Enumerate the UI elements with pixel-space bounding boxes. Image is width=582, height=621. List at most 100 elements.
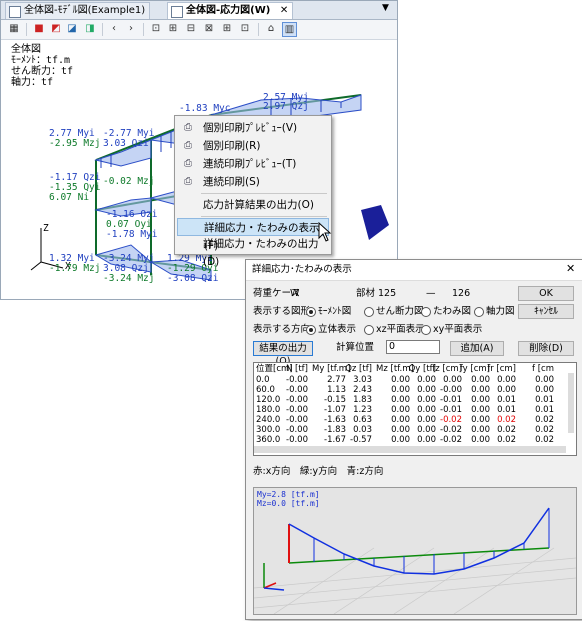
delete-button[interactable]: 削除(D): [518, 341, 574, 356]
menu-item-print-preview[interactable]: ⎙ 個別印刷ﾌﾟﾚﾋﾞｭｰ(V): [177, 119, 329, 137]
moment-label: -0.02 Mzj: [103, 176, 155, 187]
shear-label: 3.03 Qzi: [103, 138, 149, 149]
tab-model-diagram[interactable]: 全体図-ﾓﾃﾞﾙ図(Example1): [5, 2, 151, 19]
table-cell: -0.00: [286, 385, 308, 395]
close-tab-icon[interactable]: ✕: [280, 5, 288, 16]
table-cell: 3.03: [353, 375, 372, 385]
view-icon[interactable]: ⊟: [184, 22, 198, 36]
radio-shear[interactable]: [364, 307, 374, 317]
direction-label: 表示する方向: [253, 324, 311, 335]
view-icon[interactable]: ⊡: [238, 22, 252, 36]
moment-label: -3.24 Mzj: [103, 273, 155, 284]
prev-icon[interactable]: ‹: [107, 22, 121, 36]
table-cell: -0.00: [286, 425, 308, 435]
radio-moment-label: ﾓｰﾒﾝﾄ図: [318, 306, 352, 317]
shear-label: -3.08 Qzi: [167, 273, 219, 284]
moment-label: -1.79 Mzj: [49, 263, 101, 274]
table-row[interactable]: 360.0 -0.00 -1.67 -0.57 0.00 0.00 -0.02 0.00 0.0…: [254, 435, 566, 445]
table-cell: -0.00: [286, 395, 308, 405]
table-cell: 0.63: [353, 415, 372, 425]
radio-3d[interactable]: [306, 325, 316, 335]
view-icon[interactable]: ⊞: [220, 22, 234, 36]
calc-position-label: 計算位置: [336, 342, 375, 353]
table-row[interactable]: 0.0 -0.00 2.77 3.03 0.00 0.00 0.00 0.00 0.00 0.00: [254, 375, 566, 385]
table-cell: 0.00: [497, 385, 516, 395]
table-row[interactable]: 180.0 -0.00 -1.07 1.23 0.00 0.00 -0.01 0.00 0.01…: [254, 405, 566, 415]
horizontal-scrollbar[interactable]: [254, 446, 566, 453]
tab-label: 全体図-応力図(W): [186, 5, 271, 16]
tab-bar: 全体図-ﾓﾃﾞﾙ図(Example1) 全体図-応力図(W) ✕ ▼: [1, 1, 397, 20]
radio-xy[interactable]: [421, 325, 431, 335]
table-cell: -0.00: [286, 415, 308, 425]
shear-icon[interactable]: ◪: [65, 22, 79, 36]
axial-icon[interactable]: ◨: [83, 22, 97, 36]
menu-item-batch-print-preview[interactable]: ⎙ 連続印刷ﾌﾟﾚﾋﾞｭｰ(T): [177, 155, 329, 173]
table-cell: 0.03: [353, 425, 372, 435]
stop-icon[interactable]: ■: [32, 22, 46, 36]
close-icon[interactable]: ✕: [566, 263, 575, 275]
table-cell: 0.01: [497, 395, 516, 405]
detail-diagram-preview[interactable]: My=2.8 [tf.m] Mz=0.0 [tf.m]: [253, 487, 577, 615]
table-cell: 0.02: [497, 425, 516, 435]
radio-moment[interactable]: [306, 307, 316, 317]
member-dash: —: [426, 288, 436, 299]
column-header: f [cm: [532, 364, 554, 374]
tab-label: 全体図-ﾓﾃﾞﾙ図(Example1): [24, 5, 146, 16]
frame-icon[interactable]: ⌂: [264, 22, 278, 36]
preview-my-value: My=2.8 [tf.m]: [257, 490, 320, 499]
table-row[interactable]: 120.0 -0.00 -0.15 1.83 0.00 0.00 -0.01 0.00 0.01…: [254, 395, 566, 405]
next-icon[interactable]: ›: [124, 22, 138, 36]
dialog-title: 詳細応力･たわみの表示: [252, 264, 352, 275]
table-cell: 0.02: [535, 415, 554, 425]
tab-dropdown-icon[interactable]: ▼: [382, 3, 389, 13]
add-button[interactable]: 追加(A): [450, 341, 504, 356]
radio-xz[interactable]: [364, 325, 374, 335]
view-icon[interactable]: ⊡: [149, 22, 163, 36]
moment-label: -2.95 Mzj: [49, 138, 101, 149]
table-cell: 0.02: [535, 435, 554, 445]
table-cell: 1.23: [353, 405, 372, 415]
menu-item-print[interactable]: ⎙ 個別印刷(R): [177, 137, 329, 155]
radio-xz-label: xz平面表示: [376, 324, 425, 335]
member-to-value: 126: [452, 288, 471, 299]
preview-mz-value: Mz=0.0 [tf.m]: [257, 499, 320, 508]
menu-separator: [201, 216, 327, 217]
vertical-scrollbar[interactable]: [568, 373, 574, 433]
table-cell: -0.57: [350, 435, 372, 445]
properties-icon[interactable]: ▦: [7, 22, 21, 36]
radio-deflection[interactable]: [421, 307, 431, 317]
toolbar: ▦ ■ ◩ ◪ ◨ ‹ › ⊡ ⊞ ⊟ ⊠ ⊞ ⊡ ⌂ ▥: [1, 20, 397, 40]
print-icon: ⎙: [184, 176, 192, 187]
view-icon[interactable]: ⊞: [166, 22, 180, 36]
ok-button[interactable]: OK: [518, 286, 574, 301]
cancel-button[interactable]: ｷｬﾝｾﾙ: [518, 304, 574, 319]
member-label: 部材: [356, 288, 376, 299]
radio-axial[interactable]: [474, 307, 484, 317]
table-row[interactable]: 60.0 -0.00 1.13 2.43 0.00 0.00 -0.00 0.00 0.00 0.…: [254, 385, 566, 395]
load-case-value: W: [290, 288, 300, 299]
menu-item-show-detail-stress[interactable]: 詳細応力・たわみの表示(F): [177, 218, 329, 252]
shear-label: 2.97 Qzj: [263, 101, 309, 112]
menu-item-batch-print[interactable]: ⎙ 連続印刷(S): [177, 173, 329, 191]
output-results-button[interactable]: 結果の出力(O): [253, 341, 313, 367]
tab-stress-diagram[interactable]: 全体図-応力図(W) ✕: [167, 2, 294, 19]
radio-3d-label: 立体表示: [318, 324, 357, 335]
menu-item-output-results[interactable]: 応力計算結果の出力(O): [177, 196, 329, 214]
menu-separator: [201, 193, 327, 194]
table-cell: 0.01: [535, 405, 554, 415]
stress-table[interactable]: 位置[cm] N [tf] My [tf.m] Qz [tf] Mz [tf.m] Qy …: [253, 362, 577, 456]
detail-stress-dialog: 詳細応力･たわみの表示 ✕ 荷重ケース W 部材 125 — 126 OK 表示…: [245, 259, 582, 620]
grid-icon[interactable]: ▥: [282, 22, 297, 37]
column-header: fr [cm]: [487, 364, 516, 374]
menu-item-output-detail-stress[interactable]: 詳細応力・たわみの出力(D): [177, 235, 329, 268]
table-row[interactable]: 240.0 -0.00 -1.63 0.63 0.00 0.00 -0.02 0.00 0.02…: [254, 415, 566, 425]
table-cell: 0.00: [497, 375, 516, 385]
table-cell: -0.00: [286, 435, 308, 445]
radio-deflection-label: たわみ図: [433, 306, 472, 317]
radio-axial-label: 軸力図: [486, 306, 515, 317]
moment-icon[interactable]: ◩: [49, 22, 63, 36]
table-cell: 0.02: [497, 415, 516, 425]
table-row[interactable]: 300.0 -0.00 -1.83 0.03 0.00 0.00 -0.02 0.00 0.02…: [254, 425, 566, 435]
view-icon[interactable]: ⊠: [202, 22, 216, 36]
calc-position-input[interactable]: 0: [386, 340, 440, 354]
